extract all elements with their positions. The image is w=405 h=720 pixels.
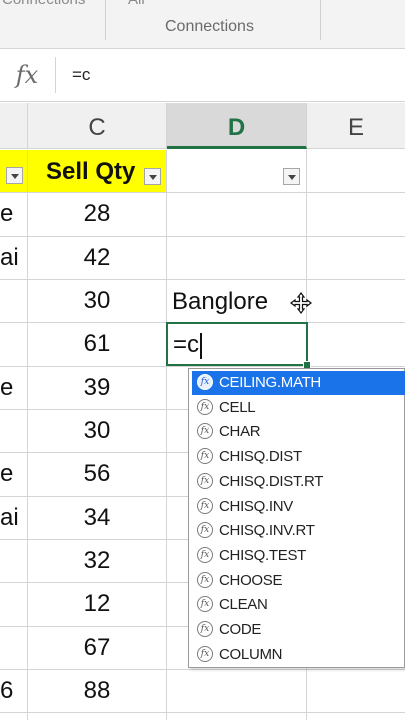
autocomplete-item-label: CEILING.MATH — [219, 374, 321, 391]
autocomplete-item-label: CLEAN — [219, 596, 268, 614]
text-caret — [200, 332, 203, 359]
autocomplete-item[interactable]: fx CHISQ.INV — [192, 495, 405, 519]
ribbon: Connections All Connections — [0, 0, 405, 49]
autocomplete-item-selected[interactable]: fx CEILING.MATH — [192, 371, 405, 395]
sell-qty-cell[interactable]: 61 — [28, 322, 166, 366]
formula-input[interactable]: =c — [72, 65, 90, 85]
column-header-c[interactable]: C — [28, 103, 167, 149]
header-cell-b[interactable] — [0, 150, 27, 192]
autocomplete-item-label: CHISQ.DIST.RT — [219, 472, 324, 490]
sell-qty-cell[interactable]: 88 — [28, 669, 166, 713]
sell-qty-header-label: Sell Qty — [46, 158, 136, 185]
sell-qty-cell[interactable]: 39 — [28, 366, 166, 410]
autocomplete-item[interactable]: fx CHAR — [192, 420, 405, 444]
autocomplete-item[interactable]: fx CELL — [192, 396, 405, 420]
autocomplete-item[interactable]: fx CLEAN — [192, 593, 405, 617]
sell-qty-cell[interactable]: 67 — [28, 626, 166, 670]
sell-qty-cell[interactable]: 56 — [28, 452, 166, 496]
autocomplete-item-label: CHISQ.INV — [219, 497, 293, 515]
cell-b-fragment[interactable]: ai — [0, 496, 26, 540]
autocomplete-item[interactable]: fx CHOOSE — [192, 569, 405, 593]
sell-qty-cell[interactable]: 32 — [28, 539, 166, 583]
sell-qty-cell[interactable]: 28 — [28, 192, 166, 236]
function-icon: fx — [197, 621, 213, 637]
function-icon: fx — [197, 423, 213, 440]
autocomplete-item-label: CODE — [219, 621, 262, 638]
function-icon: fx — [197, 596, 213, 613]
fx-label: fx — [15, 61, 39, 89]
formula-bar: fx =c — [0, 49, 405, 102]
active-cell-text: =c — [173, 331, 200, 358]
function-icon: fx — [197, 522, 213, 539]
ribbon-group-label: Connections — [165, 18, 254, 35]
autocomplete-item-label: CHOOSE — [219, 571, 283, 589]
autocomplete-item-label: CHISQ.TEST — [219, 546, 307, 564]
autocomplete-item-label: COLUMN — [219, 645, 283, 663]
function-icon: fx — [197, 472, 213, 489]
cell-b-fragment[interactable]: e — [0, 366, 26, 410]
sell-qty-cell[interactable]: 12 — [28, 582, 166, 626]
autocomplete-item[interactable]: fx CHISQ.DIST — [192, 445, 405, 469]
active-cell-d-editing[interactable]: =c — [166, 322, 311, 369]
autocomplete-item-label: CHISQ.INV.RT — [219, 522, 315, 540]
autocomplete-item-label: CHISQ.DIST — [219, 448, 302, 466]
cell-b-fragment[interactable]: ai — [0, 236, 26, 280]
ribbon-separator — [105, 0, 106, 40]
autocomplete-item[interactable]: fx CHISQ.TEST — [192, 544, 405, 568]
filter-dropdown-button[interactable] — [283, 168, 300, 185]
autocomplete-item-label: CHAR — [219, 423, 261, 441]
autocomplete-item-label: CELL — [219, 398, 256, 416]
ribbon-all-fragment[interactable]: All — [128, 0, 145, 8]
column-header-b[interactable] — [0, 103, 28, 149]
function-icon: fx — [197, 497, 213, 514]
sell-qty-cell[interactable]: 30 — [28, 279, 166, 323]
cell-b-fragment[interactable]: 6 — [0, 669, 26, 713]
active-cell-content: =c — [173, 331, 203, 359]
ribbon-connections-fragment[interactable]: Connections — [2, 0, 85, 8]
filter-dropdown-button[interactable] — [144, 168, 161, 185]
function-autocomplete-list[interactable]: fx CEILING.MATH fx CELL fx CHAR fx CHISQ… — [188, 368, 405, 668]
header-cell-sell-qty[interactable]: Sell Qty — [28, 150, 166, 192]
cell-b-fragment[interactable]: e — [0, 452, 26, 496]
cell-d-banglore[interactable]: Banglore — [172, 288, 268, 316]
autocomplete-item[interactable]: fx CODE — [192, 618, 405, 642]
function-icon: fx — [197, 571, 213, 588]
autocomplete-item[interactable]: fx CHISQ.INV.RT — [192, 519, 405, 543]
function-icon: fx — [197, 448, 213, 465]
filter-dropdown-button[interactable] — [6, 167, 23, 184]
autocomplete-item[interactable]: fx CHISQ.DIST.RT — [192, 470, 405, 494]
function-icon: fx — [197, 374, 213, 390]
function-icon: fx — [197, 546, 213, 563]
sell-qty-cell[interactable]: 34 — [28, 496, 166, 540]
column-header-e[interactable]: E — [307, 103, 405, 149]
sell-qty-cell[interactable]: 42 — [28, 236, 166, 280]
column-header-d[interactable]: D — [167, 103, 307, 149]
autocomplete-item[interactable]: fx COLUMN — [192, 643, 405, 667]
function-icon: fx — [197, 398, 213, 415]
ribbon-separator — [320, 0, 321, 40]
cell-b-fragment[interactable]: e — [0, 192, 26, 236]
sell-qty-cell[interactable]: 30 — [28, 409, 166, 453]
insert-function-icon[interactable]: fx — [8, 58, 46, 92]
move-cursor-icon — [290, 292, 312, 314]
formula-bar-divider — [55, 57, 56, 93]
function-icon: fx — [197, 645, 213, 662]
